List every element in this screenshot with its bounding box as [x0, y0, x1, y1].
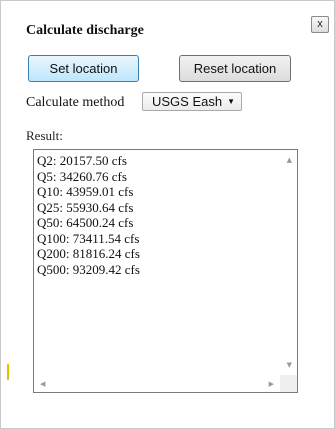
- scroll-left-arrow-icon[interactable]: ◀: [40, 380, 45, 388]
- set-location-button[interactable]: Set location: [28, 55, 139, 82]
- panel-title: Calculate discharge: [26, 23, 144, 38]
- chevron-down-icon: ▼: [227, 97, 235, 106]
- result-label: Result:: [26, 128, 63, 143]
- result-line-q100: Q100: 73411.54 cfs: [37, 230, 140, 246]
- result-line-q200: Q200: 81816.24 cfs: [37, 246, 140, 261]
- calculate-method-label: Calculate method: [26, 95, 125, 110]
- scroll-right-arrow-icon[interactable]: ▶: [269, 380, 274, 388]
- result-line-q2: Q2: 20157.50 cfs: [37, 153, 127, 168]
- scroll-down-arrow-icon[interactable]: ▼: [287, 361, 292, 369]
- result-line-q50: Q50: 64500.24 cfs: [37, 215, 134, 230]
- result-line-q500: Q500: 93209.42 cfs: [37, 261, 140, 277]
- calculate-method-select[interactable]: USGS Eash ▼: [142, 92, 242, 111]
- calculate-method-value: USGS Eash: [152, 94, 223, 109]
- result-textarea[interactable]: Q2: 20157.50 cfs Q5: 34260.76 cfs Q10: 4…: [33, 149, 298, 393]
- scroll-up-arrow-icon[interactable]: ▲: [287, 156, 292, 164]
- vertical-scrollbar[interactable]: ▲ ▼: [280, 150, 297, 375]
- result-line-q10: Q10: 43959.01 cfs: [37, 184, 134, 199]
- close-button[interactable]: x: [311, 16, 329, 33]
- horizontal-scrollbar[interactable]: ◀ ▶: [34, 375, 280, 392]
- calculate-discharge-panel: Calculate discharge x Set location Reset…: [0, 0, 335, 429]
- result-text: Q2: 20157.50 cfs Q5: 34260.76 cfs Q10: 4…: [37, 153, 279, 374]
- edge-marker: [7, 364, 9, 380]
- result-line-q5: Q5: 34260.76 cfs: [37, 168, 127, 184]
- reset-location-button[interactable]: Reset location: [179, 55, 291, 82]
- result-line-q25: Q25: 55930.64 cfs: [37, 199, 134, 215]
- scrollbar-corner: [280, 375, 297, 392]
